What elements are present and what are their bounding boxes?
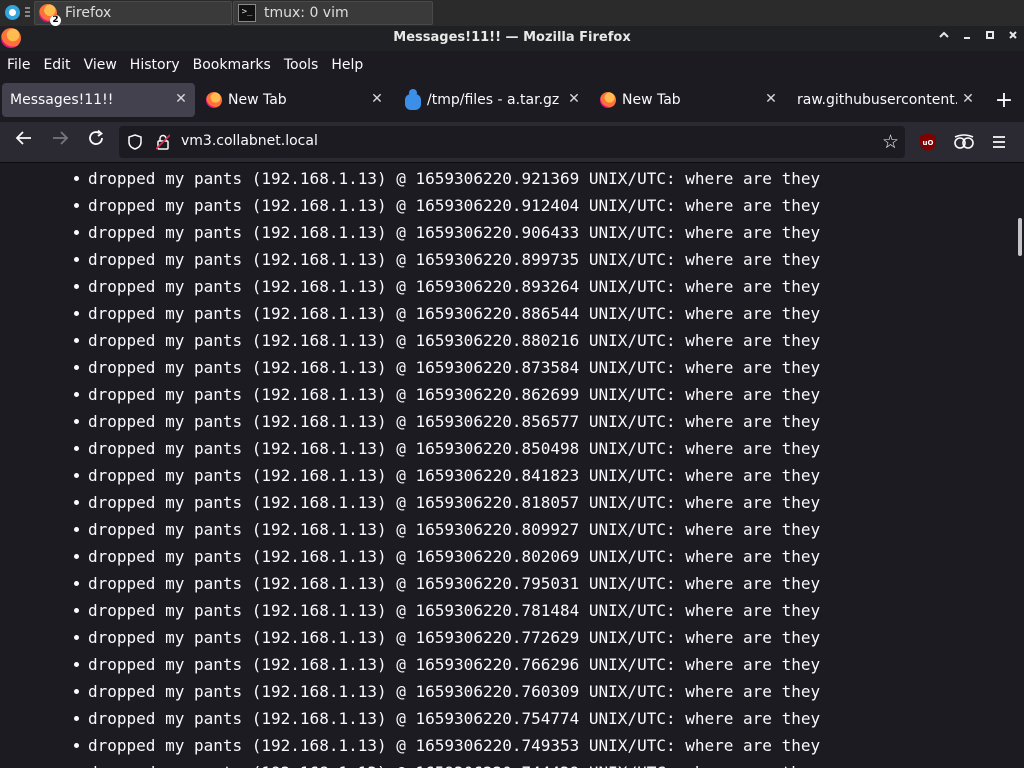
menu-file[interactable]: File [0,57,36,73]
message-item: dropped my pants (192.168.1.13) @ 165930… [0,597,820,624]
message-list: dropped my pants (192.168.1.13) @ 165930… [0,165,820,768]
close-tab-icon[interactable]: ✕ [369,91,385,107]
menu-view[interactable]: View [77,57,123,73]
close-tab-icon[interactable]: ✕ [566,91,582,107]
tab-label: /tmp/files - a.tar.gz [427,92,560,108]
taskbar-item-firefox[interactable]: 2 Firefox [34,1,232,26]
close-icon[interactable] [1004,29,1022,47]
message-item: dropped my pants (192.168.1.13) @ 165930… [0,435,820,462]
message-item: dropped my pants (192.168.1.13) @ 165930… [0,354,820,381]
arrow-right-icon [53,131,69,145]
shield-icon[interactable] [128,134,142,150]
tab-label: New Tab [622,92,681,108]
message-item: dropped my pants (192.168.1.13) @ 165930… [0,273,820,300]
message-item: dropped my pants (192.168.1.13) @ 165930… [0,624,820,651]
maximize-icon[interactable] [981,29,999,47]
message-item: dropped my pants (192.168.1.13) @ 165930… [0,759,820,768]
arrow-left-icon [15,131,31,145]
tab-label: New Tab [228,92,287,108]
page-content: dropped my pants (192.168.1.13) @ 165930… [0,163,1024,768]
tab-tmp-files[interactable]: /tmp/files - a.tar.gz ✕ [395,83,588,117]
forward-button[interactable] [46,128,74,156]
tab-strip: Messages!11!! ✕ New Tab ✕ /tmp/files - a… [0,78,1024,122]
window-count-badge: 2 [50,15,61,26]
close-tab-icon[interactable]: ✕ [173,91,189,107]
firefox-icon: 2 [39,4,61,26]
tab-messages[interactable]: Messages!11!! ✕ [2,83,195,117]
taskbar-item-label: Firefox [65,5,112,21]
tab-new-tab[interactable]: New Tab ✕ [198,83,391,117]
message-item: dropped my pants (192.168.1.13) @ 165930… [0,705,820,732]
menu-help[interactable]: Help [324,57,369,73]
tab-new-tab[interactable]: New Tab ✕ [592,83,785,117]
scrollbar-thumb[interactable] [1018,218,1022,256]
close-tab-icon[interactable]: ✕ [763,91,779,107]
menu-tools[interactable]: Tools [277,57,325,73]
reload-icon [89,129,103,145]
terminal-icon: >_ [238,4,256,22]
extension-icon[interactable] [953,133,975,151]
message-item: dropped my pants (192.168.1.13) @ 165930… [0,462,820,489]
ublock-origin-icon[interactable]: uO [919,132,937,152]
taskbar-handle [25,7,30,19]
navigation-toolbar: vm3.collabnet.local ☆ uO [0,122,1024,163]
reload-button[interactable] [82,128,110,156]
message-item: dropped my pants (192.168.1.13) @ 165930… [0,678,820,705]
message-item: dropped my pants (192.168.1.13) @ 165930… [0,246,820,273]
close-tab-icon[interactable]: ✕ [960,91,976,107]
bookmark-star-icon[interactable]: ☆ [882,131,899,153]
app-launcher-icon[interactable] [5,5,20,20]
firefox-icon [206,92,222,108]
message-item: dropped my pants (192.168.1.13) @ 165930… [0,300,820,327]
message-item: dropped my pants (192.168.1.13) @ 165930… [0,651,820,678]
menu-edit[interactable]: Edit [36,57,76,73]
message-item: dropped my pants (192.168.1.13) @ 165930… [0,165,820,192]
address-bar[interactable]: vm3.collabnet.local ☆ [119,126,905,158]
message-item: dropped my pants (192.168.1.13) @ 165930… [0,408,820,435]
menu-bar: File Edit View History Bookmarks Tools H… [0,51,1024,78]
message-item: dropped my pants (192.168.1.13) @ 165930… [0,327,820,354]
tab-label: Messages!11!! [10,92,114,108]
back-button[interactable] [10,128,38,156]
url-text[interactable]: vm3.collabnet.local [181,133,318,149]
chevron-up-icon[interactable] [935,29,953,47]
message-item: dropped my pants (192.168.1.13) @ 165930… [0,381,820,408]
url-host: vm3.collabnet.local [181,133,318,149]
tab-raw-github[interactable]: raw.githubusercontent.c ✕ [789,83,982,117]
taskbar-item-tmux[interactable]: >_ tmux: 0 vim [233,1,433,25]
taskbar-item-label: tmux: 0 vim [264,5,349,21]
menu-bookmarks[interactable]: Bookmarks [186,57,277,73]
message-item: dropped my pants (192.168.1.13) @ 165930… [0,570,820,597]
svg-text:uO: uO [923,139,934,147]
insecure-lock-icon[interactable] [156,134,170,150]
window-title: Messages!11!! — Mozilla Firefox [393,30,631,45]
message-item: dropped my pants (192.168.1.13) @ 165930… [0,219,820,246]
message-item: dropped my pants (192.168.1.13) @ 165930… [0,732,820,759]
message-item: dropped my pants (192.168.1.13) @ 165930… [0,489,820,516]
cloud-icon [405,89,421,110]
hamburger-menu-icon[interactable] [988,131,1010,153]
desktop-taskbar: 2 Firefox >_ tmux: 0 vim [0,0,1024,27]
firefox-icon [600,92,616,108]
menu-history[interactable]: History [123,57,186,73]
new-tab-button[interactable]: + [992,90,1016,114]
message-item: dropped my pants (192.168.1.13) @ 165930… [0,543,820,570]
message-item: dropped my pants (192.168.1.13) @ 165930… [0,516,820,543]
minimize-icon[interactable] [958,29,976,47]
window-titlebar: Messages!11!! — Mozilla Firefox [0,26,1024,51]
tab-label: raw.githubusercontent.c [797,92,957,108]
message-item: dropped my pants (192.168.1.13) @ 165930… [0,192,820,219]
